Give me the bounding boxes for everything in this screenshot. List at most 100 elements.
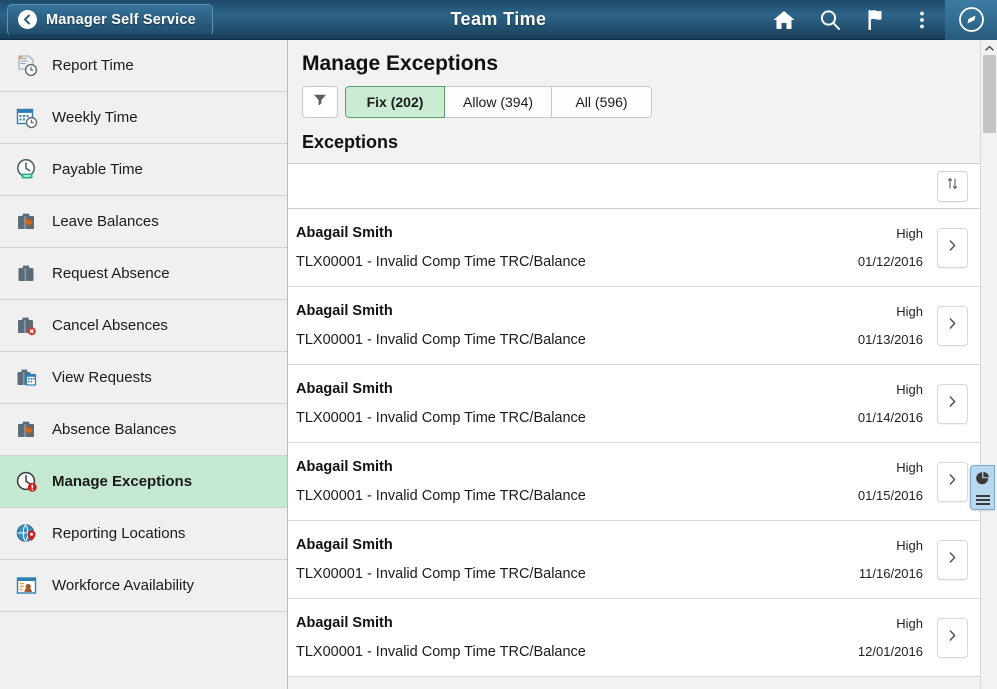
exception-date: 01/15/2016 [857, 488, 923, 503]
sidebar-item-reporting-locations[interactable]: Reporting Locations [0, 508, 287, 560]
tab-all[interactable]: All (596) [552, 86, 653, 118]
sidebar-item-request-absence[interactable]: Request Absence [0, 248, 287, 300]
sidebar-item-label: Manage Exceptions [52, 473, 193, 490]
row-meta-group: High 01/13/2016 [858, 304, 923, 347]
row-detail-button[interactable] [937, 305, 968, 346]
back-button[interactable]: Manager Self Service [7, 3, 213, 36]
row-text-group: Abagail Smith TLX00001 - Invalid Comp Ti… [294, 225, 858, 270]
table-row[interactable]: Abagail Smith TLX00001 - Invalid Comp Ti… [288, 287, 980, 365]
row-detail-button[interactable] [937, 617, 968, 658]
sidebar-item-manage-exceptions[interactable]: Manage Exceptions [0, 456, 287, 508]
table-row[interactable]: Abagail Smith TLX00001 - Invalid Comp Ti… [288, 209, 980, 287]
severity-label: High [896, 538, 923, 553]
scroll-up-button[interactable] [981, 40, 997, 55]
home-icon[interactable] [761, 0, 807, 40]
employee-name: Abagail Smith [296, 459, 393, 475]
exception-date: 01/14/2016 [857, 410, 923, 425]
table-row[interactable]: Abagail Smith TLX00001 - Invalid Comp Ti… [288, 443, 980, 521]
sidebar-item-label: Absence Balances [52, 421, 177, 438]
severity-label: High [896, 304, 923, 319]
employee-name: Abagail Smith [296, 537, 393, 553]
sidebar-item-label: Leave Balances [52, 213, 159, 230]
sidebar-nav: Report Time Weekly Time Payable Time Lea… [0, 40, 288, 689]
scrollbar-thumb[interactable] [983, 55, 996, 133]
flag-icon[interactable] [853, 0, 899, 40]
report-lines-icon [975, 493, 990, 505]
exception-description: TLX00001 - Invalid Comp Time TRC/Balance [296, 488, 586, 504]
row-meta-group: High 01/12/2016 [858, 226, 923, 269]
chevron-right-icon [947, 239, 958, 257]
request-absence-icon [14, 261, 40, 287]
tab-fix[interactable]: Fix (202) [345, 86, 445, 118]
header-icon-group [761, 0, 997, 40]
report-panel-tab[interactable] [970, 465, 995, 510]
table-row[interactable]: Abagail Smith TLX00001 - Invalid Comp Ti… [288, 599, 980, 677]
exception-filter-tabs: Fix (202) Allow (394) All (596) [345, 86, 653, 118]
content-padding: Manage Exceptions Fix (202) Allow (394) … [288, 40, 980, 153]
sidebar-item-label: Reporting Locations [52, 525, 186, 542]
table-row[interactable]: Abagail Smith TLX00001 - Invalid Comp Ti… [288, 365, 980, 443]
severity-label: High [896, 226, 923, 241]
row-meta-group: High 11/16/2016 [859, 538, 923, 581]
severity-label: High [896, 460, 923, 475]
search-icon[interactable] [807, 0, 853, 40]
exception-date: 11/16/2016 [858, 566, 923, 581]
sidebar-item-report-time[interactable]: Report Time [0, 40, 287, 92]
row-detail-button[interactable] [937, 383, 968, 424]
funnel-filter-icon [313, 93, 327, 112]
filter-button[interactable] [302, 86, 338, 118]
reporting-locations-icon [14, 521, 40, 547]
row-detail-button[interactable] [937, 461, 968, 502]
sidebar-item-view-requests[interactable]: View Requests [0, 352, 287, 404]
row-detail-button[interactable] [937, 227, 968, 268]
app-header: Manager Self Service Team Time [0, 0, 997, 40]
sort-arrows-icon [945, 176, 960, 196]
exceptions-list: Abagail Smith TLX00001 - Invalid Comp Ti… [288, 163, 980, 677]
sidebar-item-label: Cancel Absences [52, 317, 168, 334]
row-meta-group: High 12/01/2016 [858, 616, 923, 659]
exception-description: TLX00001 - Invalid Comp Time TRC/Balance [296, 410, 586, 426]
severity-label: High [896, 382, 923, 397]
exception-description: TLX00001 - Invalid Comp Time TRC/Balance [296, 254, 586, 270]
sidebar-item-absence-balances[interactable]: Absence Balances [0, 404, 287, 456]
vertical-dots-icon[interactable] [899, 0, 945, 40]
workforce-availability-icon [14, 573, 40, 599]
row-detail-button[interactable] [937, 539, 968, 580]
chevron-left-icon [18, 10, 37, 29]
row-text-group: Abagail Smith TLX00001 - Invalid Comp Ti… [294, 303, 858, 348]
sidebar-item-cancel-absences[interactable]: Cancel Absences [0, 300, 287, 352]
sidebar-item-workforce-availability[interactable]: Workforce Availability [0, 560, 287, 612]
weekly-time-icon [14, 105, 40, 131]
exceptions-section-title: Exceptions [302, 132, 399, 152]
right-scroll-rail [970, 40, 997, 689]
absence-balances-icon [14, 417, 40, 443]
payable-time-icon [14, 157, 40, 183]
sidebar-item-leave-balances[interactable]: Leave Balances [0, 196, 287, 248]
sort-button[interactable] [937, 170, 968, 202]
chevron-up-icon [984, 39, 994, 57]
row-text-group: Abagail Smith TLX00001 - Invalid Comp Ti… [294, 615, 858, 660]
sidebar-item-payable-time[interactable]: Payable Time [0, 144, 287, 196]
sidebar-item-label: View Requests [52, 369, 152, 386]
sidebar-item-weekly-time[interactable]: Weekly Time [0, 92, 287, 144]
employee-name: Abagail Smith [296, 381, 393, 397]
employee-name: Abagail Smith [296, 225, 393, 241]
chevron-right-icon [947, 473, 958, 491]
chevron-right-icon [947, 317, 958, 335]
leave-balances-icon [14, 209, 40, 235]
tab-allow[interactable]: Allow (394) [445, 86, 553, 118]
exception-date: 01/13/2016 [857, 332, 923, 347]
view-requests-icon [14, 365, 40, 391]
employee-name: Abagail Smith [296, 303, 393, 319]
main-content: Manage Exceptions Fix (202) Allow (394) … [288, 40, 980, 689]
pie-chart-report-icon [975, 471, 990, 491]
manage-exceptions-icon [14, 469, 40, 495]
row-meta-group: High 01/15/2016 [858, 460, 923, 503]
row-meta-group: High 01/14/2016 [858, 382, 923, 425]
cancel-absences-icon [14, 313, 40, 339]
chevron-right-icon [947, 629, 958, 647]
table-row[interactable]: Abagail Smith TLX00001 - Invalid Comp Ti… [288, 521, 980, 599]
exception-date: 12/01/2016 [857, 644, 923, 659]
back-button-label: Manager Self Service [46, 11, 196, 28]
navbar-compass-icon[interactable] [945, 0, 997, 40]
